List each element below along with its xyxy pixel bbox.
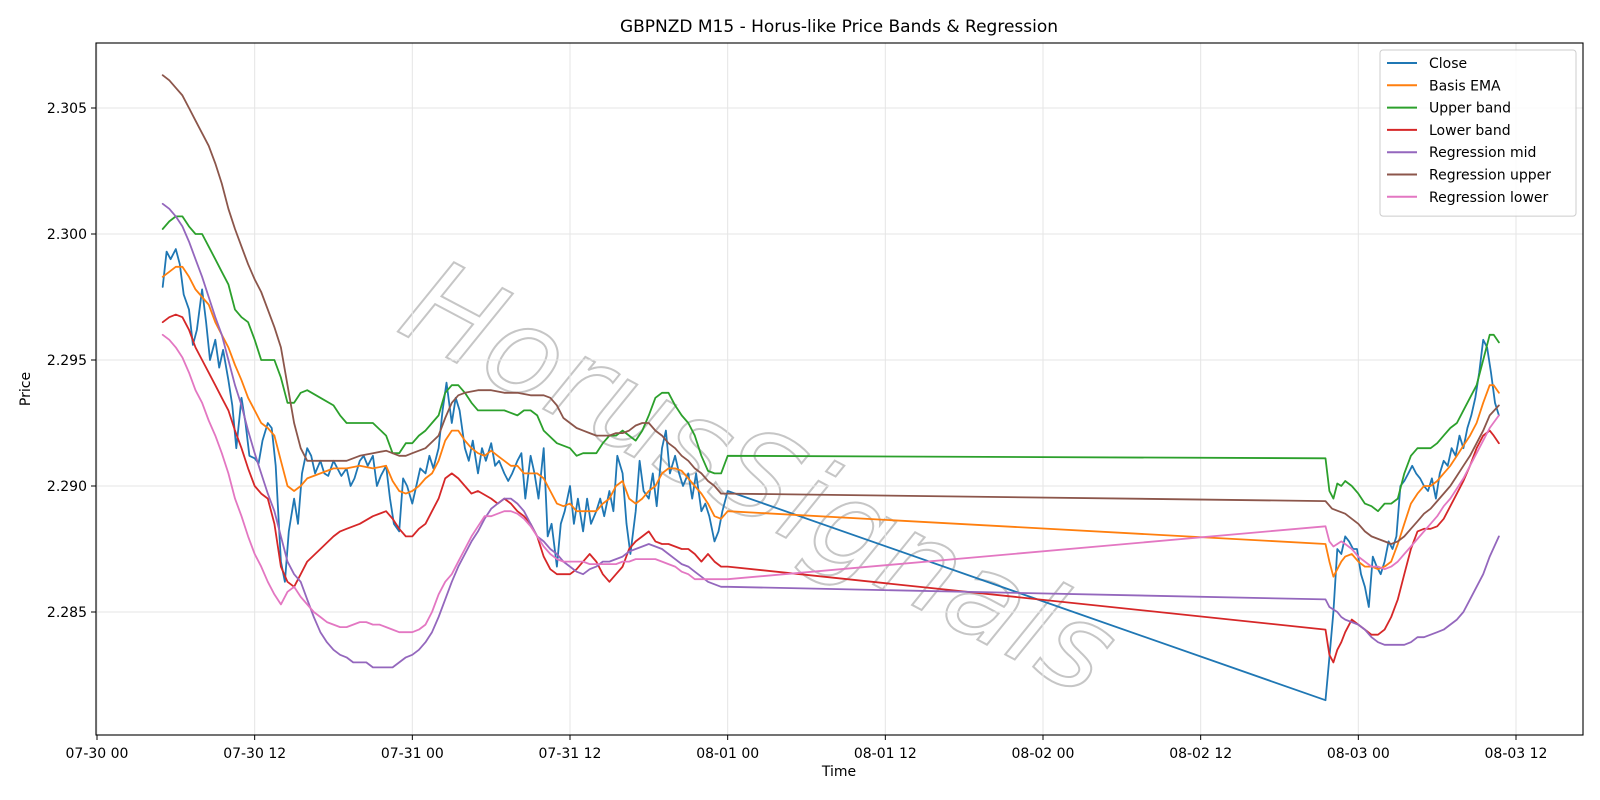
- x-tick-label: 07-30 00: [66, 746, 129, 762]
- y-tick-label: 2.285: [47, 605, 87, 621]
- x-tick-label: 07-31 12: [539, 746, 602, 762]
- chart: HorusSignals 07-30 00 07-30 12 07-31 00 07-…: [0, 0, 1600, 800]
- y-axis-label: Price: [18, 372, 34, 406]
- y-tick-label: 2.300: [47, 227, 87, 243]
- x-tick-label: 07-30 12: [223, 746, 286, 762]
- legend-label: Lower band: [1429, 123, 1511, 139]
- legend-label: Regression lower: [1429, 190, 1549, 206]
- x-axis-label: Time: [821, 764, 856, 780]
- x-tick-label: 08-02 12: [1169, 746, 1232, 762]
- chart-title: GBPNZD M15 - Horus-like Price Bands & Re…: [620, 17, 1058, 37]
- x-tick-label: 07-31 00: [381, 746, 444, 762]
- x-tick-label: 08-01 00: [696, 746, 759, 762]
- legend: Close Basis EMA Upper band Lower band Regres…: [1379, 49, 1577, 217]
- x-tick-label: 08-03 00: [1327, 746, 1390, 762]
- legend-label: Upper band: [1429, 101, 1511, 117]
- y-tick-label: 2.305: [47, 101, 87, 117]
- legend-label: Regression mid: [1429, 145, 1536, 161]
- y-tick-label: 2.290: [47, 479, 87, 495]
- legend-label: Close: [1429, 56, 1467, 72]
- x-tick-label: 08-02 00: [1012, 746, 1075, 762]
- y-tick-label: 2.295: [47, 353, 87, 369]
- legend-label: Regression upper: [1429, 168, 1551, 184]
- legend-label: Basis EMA: [1429, 78, 1501, 94]
- x-tick-label: 08-03 12: [1485, 746, 1548, 762]
- x-tick-label: 08-01 12: [854, 746, 917, 762]
